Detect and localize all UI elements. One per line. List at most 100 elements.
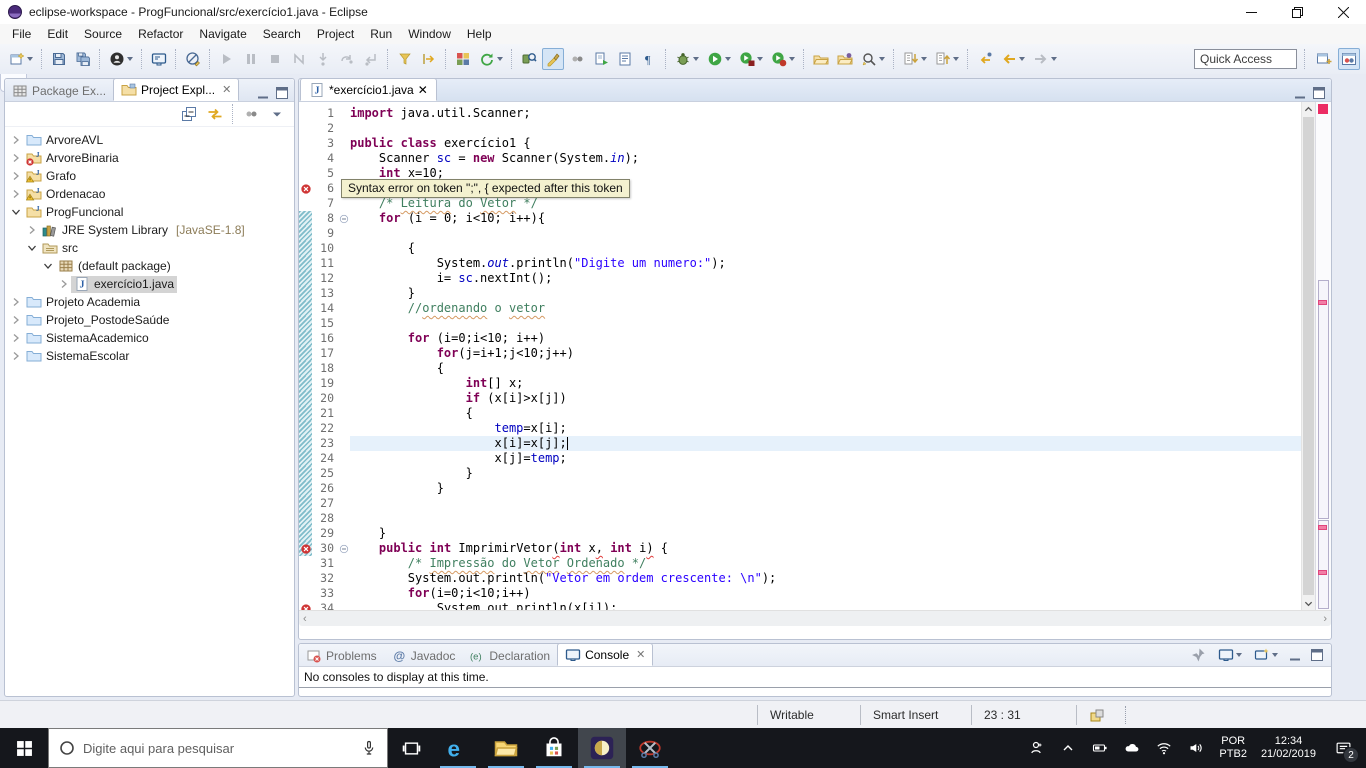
dropdown-arrow-icon[interactable]: [497, 57, 503, 61]
dropdown-arrow-icon[interactable]: [789, 57, 795, 61]
use-step-filters-button[interactable]: [394, 48, 416, 70]
line-number[interactable]: 12: [312, 271, 338, 286]
user-account-button[interactable]: [106, 48, 136, 70]
coverage-button[interactable]: [736, 48, 766, 70]
status-tool[interactable]: [1076, 705, 1117, 725]
line-number[interactable]: 19: [312, 376, 338, 391]
tree-item-sistemaescolar[interactable]: SistemaEscolar: [5, 347, 294, 365]
view-menu-button[interactable]: [266, 103, 288, 125]
profile-button[interactable]: [768, 48, 798, 70]
code-line-17[interactable]: 17 for(j=i+1;j<10;j++): [299, 346, 1301, 361]
customize-view-button[interactable]: [240, 103, 262, 125]
line-number[interactable]: 25: [312, 466, 338, 481]
taskbar-app-file-explorer[interactable]: [482, 728, 530, 768]
line-number[interactable]: 10: [312, 241, 338, 256]
status-tool-icon[interactable]: [1089, 707, 1105, 723]
expander-icon[interactable]: [9, 135, 23, 145]
open-perspective-button[interactable]: [1313, 48, 1335, 70]
javaee-perspective-button[interactable]: [1338, 48, 1360, 70]
fold-collapse-icon[interactable]: [338, 541, 350, 556]
dropdown-arrow-icon[interactable]: [693, 57, 699, 61]
scroll-right-icon[interactable]: ›: [1323, 613, 1327, 625]
terminate-button[interactable]: [264, 48, 286, 70]
code-text[interactable]: /* Impressão do Vetor Ordenado */: [350, 556, 1301, 571]
line-number[interactable]: 8: [312, 211, 338, 226]
expander-icon[interactable]: [9, 315, 23, 325]
run-button[interactable]: [704, 48, 734, 70]
task-view-button[interactable]: [388, 728, 434, 768]
code-line-21[interactable]: 21 {: [299, 406, 1301, 421]
skip-all-breakpoints-button[interactable]: [182, 48, 204, 70]
tree-item-projeto-academia[interactable]: Projeto Academia: [5, 293, 294, 311]
code-text[interactable]: [350, 226, 1301, 241]
minimize-console-icon[interactable]: [1287, 647, 1303, 663]
code-text[interactable]: import java.util.Scanner;: [350, 106, 1301, 121]
error-marker[interactable]: [1318, 300, 1327, 305]
line-number[interactable]: 6: [312, 181, 338, 196]
console-tab-problems[interactable]: Problems: [299, 645, 384, 666]
code-line-32[interactable]: 32 System.out.println("Vetor em ordem cr…: [299, 571, 1301, 586]
line-number[interactable]: 27: [312, 496, 338, 511]
display-selected-console-button[interactable]: [1215, 644, 1245, 666]
tree-item-ordenacao[interactable]: J Ordenacao: [5, 185, 294, 203]
create-markup-button[interactable]: [590, 48, 612, 70]
line-number[interactable]: 9: [312, 226, 338, 241]
expander-icon[interactable]: [9, 351, 23, 361]
link-with-editor-button[interactable]: [204, 103, 226, 125]
menu-window[interactable]: Window: [400, 25, 459, 43]
line-number[interactable]: 14: [312, 301, 338, 316]
code-text[interactable]: x[j]=temp;: [350, 451, 1301, 466]
menu-run[interactable]: Run: [362, 25, 400, 43]
back-button[interactable]: [998, 48, 1028, 70]
start-button[interactable]: [0, 728, 48, 768]
code-area[interactable]: Syntax error on token ";", { expected af…: [299, 102, 1301, 610]
close-view-icon[interactable]: ✕: [222, 83, 231, 96]
code-line-26[interactable]: 26 }: [299, 481, 1301, 496]
dropdown-arrow-icon[interactable]: [953, 57, 959, 61]
code-line-9[interactable]: 9: [299, 226, 1301, 241]
close-button[interactable]: [1320, 0, 1366, 24]
code-text[interactable]: [350, 511, 1301, 526]
line-number[interactable]: 5: [312, 166, 338, 181]
open-resource-button[interactable]: [834, 48, 856, 70]
vertical-scrollbar[interactable]: [1301, 102, 1315, 610]
code-text[interactable]: [350, 316, 1301, 331]
code-line-4[interactable]: 4 Scanner sc = new Scanner(System.in);: [299, 151, 1301, 166]
dropdown-arrow-icon[interactable]: [757, 57, 763, 61]
line-number[interactable]: 4: [312, 151, 338, 166]
code-text[interactable]: }: [350, 466, 1301, 481]
line-number[interactable]: 30: [312, 541, 338, 556]
menu-source[interactable]: Source: [76, 25, 130, 43]
debug-button[interactable]: [672, 48, 702, 70]
console-tab-declaration[interactable]: (e) Declaration: [462, 645, 557, 666]
code-text[interactable]: Scanner sc = new Scanner(System.in);: [350, 151, 1301, 166]
line-number[interactable]: 2: [312, 121, 338, 136]
code-line-20[interactable]: 20 if (x[i]>x[j]): [299, 391, 1301, 406]
line-number[interactable]: 26: [312, 481, 338, 496]
search-button[interactable]: [858, 48, 888, 70]
run-to-line-button[interactable]: [418, 48, 440, 70]
validate-button[interactable]: [518, 48, 540, 70]
code-line-3[interactable]: 3 public class exercício1 {: [299, 136, 1301, 151]
volume-icon[interactable]: [1181, 728, 1211, 768]
tree-item-sistemaacademico[interactable]: SistemaAcademico: [5, 329, 294, 347]
expander-icon[interactable]: [41, 261, 55, 271]
line-number[interactable]: 16: [312, 331, 338, 346]
scrollbar-thumb[interactable]: [1303, 117, 1314, 595]
save-button[interactable]: [48, 48, 70, 70]
code-line-28[interactable]: 28: [299, 511, 1301, 526]
code-line-10[interactable]: 10 {: [299, 241, 1301, 256]
line-number[interactable]: 29: [312, 526, 338, 541]
code-text[interactable]: for (i=0;i<10; i++): [350, 331, 1301, 346]
dropdown-arrow-icon[interactable]: [921, 57, 927, 61]
code-text[interactable]: {: [350, 361, 1301, 376]
maximize-view-icon[interactable]: [274, 85, 290, 101]
code-text[interactable]: {: [350, 406, 1301, 421]
error-marker-icon[interactable]: [299, 541, 312, 556]
expander-icon[interactable]: [25, 243, 39, 253]
new-javaee-project-button[interactable]: [452, 48, 474, 70]
code-text[interactable]: System.out.println(x[i]);: [350, 601, 1301, 610]
expander-icon[interactable]: [9, 189, 23, 199]
new-button[interactable]: [6, 48, 36, 70]
error-marker[interactable]: [1318, 525, 1327, 530]
